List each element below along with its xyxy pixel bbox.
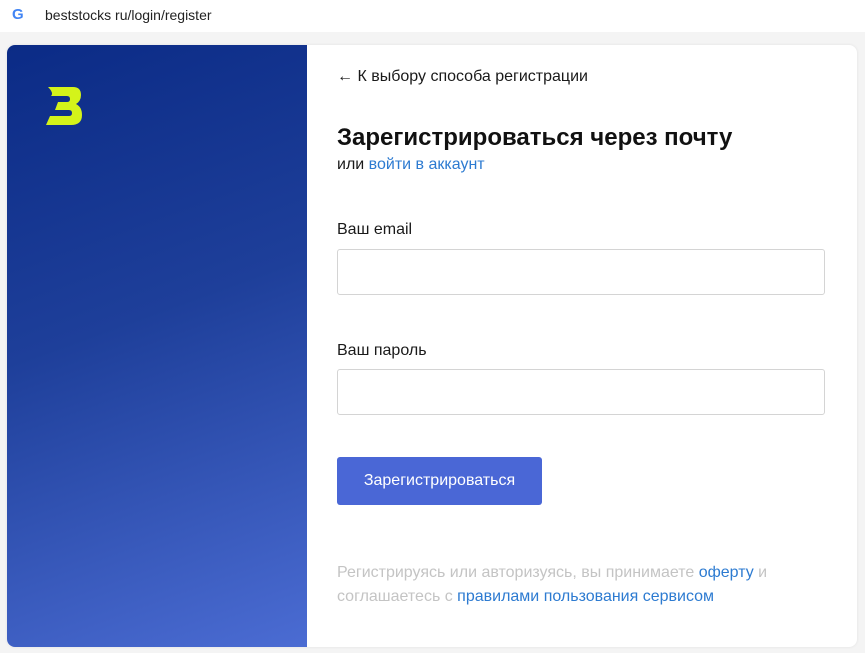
address-bar[interactable]: G beststocks ru/login/register: [0, 0, 865, 32]
back-to-methods-link[interactable]: ← К выбору способа регистрации: [337, 68, 588, 86]
legal-text-1: Регистрируясь или авторизуясь, вы приним…: [337, 564, 699, 581]
login-link[interactable]: войти в аккаунт: [369, 156, 485, 173]
rules-link[interactable]: правилами пользования сервисом: [457, 588, 714, 605]
password-label: Ваш пароль: [337, 342, 427, 359]
register-card: ← К выбору способа регистрации Зарегистр…: [7, 45, 857, 647]
page-title: Зарегистрироваться через почту: [337, 124, 733, 151]
password-input[interactable]: [337, 369, 825, 415]
email-label: Ваш email: [337, 221, 413, 238]
legal-notice: Регистрируясь или авторизуясь, вы приним…: [337, 561, 817, 609]
brand-logo-icon: [46, 87, 82, 125]
register-button[interactable]: Зарегистрироваться: [337, 457, 542, 505]
form-panel: ← К выбору способа регистрации Зарегистр…: [307, 45, 857, 647]
url-text[interactable]: beststocks ru/login/register: [45, 7, 212, 23]
login-prompt: или войти в аккаунт: [337, 156, 485, 174]
brand-panel: [7, 45, 307, 647]
offer-link[interactable]: оферту: [699, 564, 754, 581]
google-g-icon: G: [12, 6, 24, 23]
login-prefix: или: [337, 156, 365, 173]
email-input[interactable]: [337, 249, 825, 295]
